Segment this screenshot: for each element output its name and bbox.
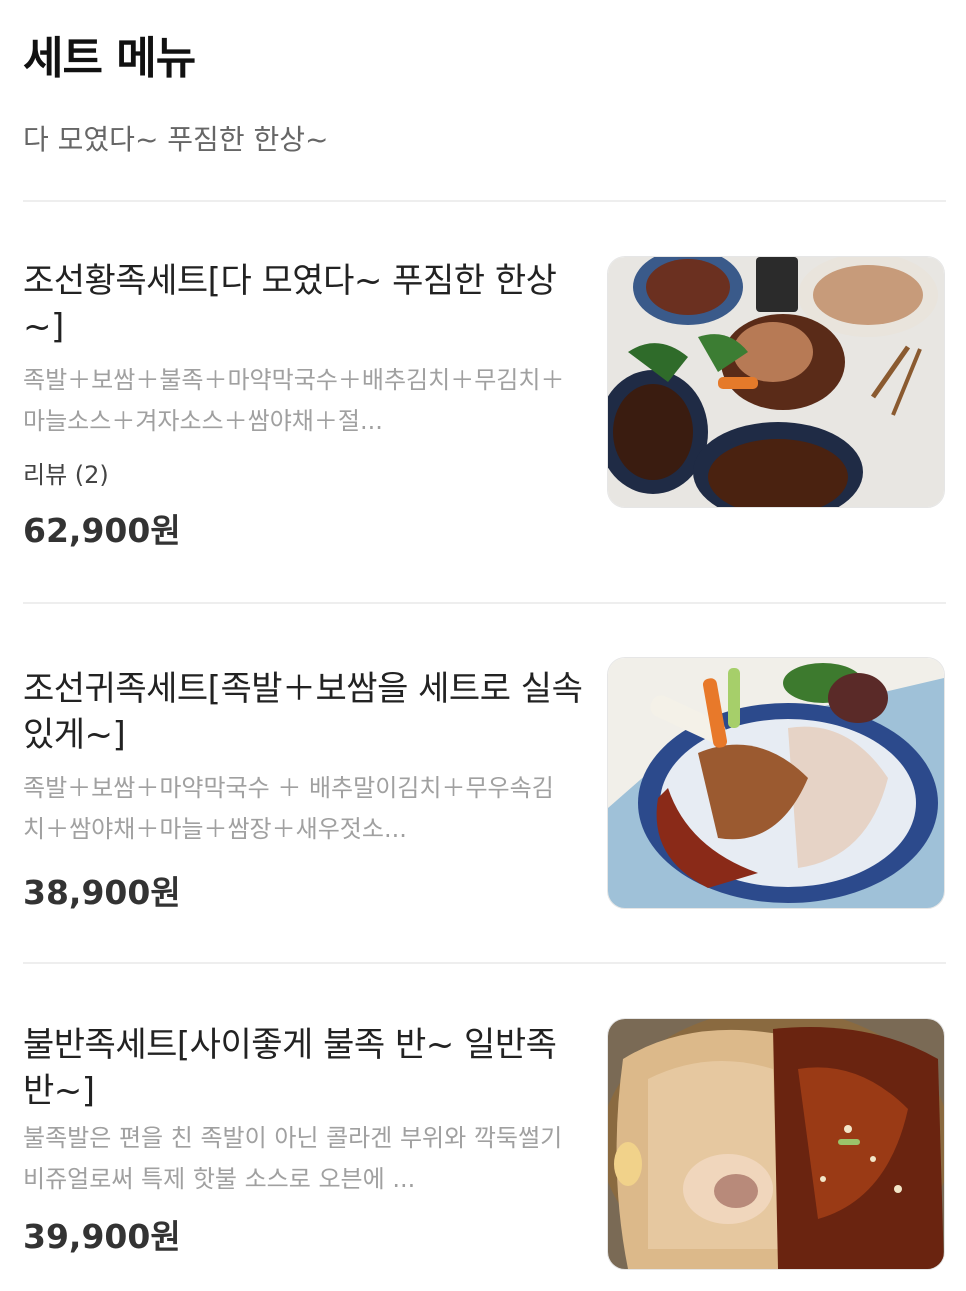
menu-item-description: 불족발은 편을 친 족발이 아닌 콜라겐 부위와 깍둑썰기 비쥬얼로써 특제 핫… bbox=[23, 1124, 563, 1193]
menu-item-name: 불반족세트[사이좋게 불족 반~ 일반족 반~] bbox=[23, 1025, 557, 1111]
menu-item-name: 조선귀족세트[족발＋보쌈을 세트로 실속있게~] bbox=[23, 669, 583, 755]
food-photo-icon bbox=[607, 256, 945, 508]
menu-item-bulbanjok-set[interactable]: 불반족세트[사이좋게 불족 반~ 일반족 반~] 불족발은 편을 친 족발이 아… bbox=[0, 964, 966, 1291]
menu-item-description: 족발＋보쌈＋마약막국수 ＋ 배추말이김치＋무우속김치＋쌈야채＋마늘＋쌈장＋새우젓… bbox=[23, 774, 554, 843]
menu-item-name: 조선황족세트[다 모였다~ 푸짐한 한상~] bbox=[23, 261, 557, 347]
menu-item-joseon-gwijok-set[interactable]: 조선귀족세트[족발＋보쌈을 세트로 실속있게~] 족발＋보쌈＋마약막국수 ＋ 배… bbox=[0, 604, 966, 962]
food-photo-icon bbox=[607, 657, 945, 909]
menu-item-price: 39,900원 bbox=[23, 1217, 181, 1256]
menu-item-joseon-hwangjok-set[interactable]: 조선황족세트[다 모였다~ 푸짐한 한상~] 족발＋보쌈＋불족＋마약막국수＋배추… bbox=[0, 202, 966, 602]
food-photo-icon bbox=[607, 1018, 945, 1270]
section-subtitle: 다 모였다~ 푸짐한 한상~ bbox=[23, 123, 329, 156]
menu-item-description: 족발＋보쌈＋불족＋마약막국수＋배추김치＋무김치＋마늘소스＋겨자소스＋쌈야채＋절.… bbox=[23, 366, 565, 435]
section-title: 세트 메뉴 bbox=[23, 33, 196, 84]
set-menu-page: 세트 메뉴 다 모였다~ 푸짐한 한상~ 조선황족세트[다 모였다~ 푸짐한 한… bbox=[0, 0, 966, 1291]
menu-item-price: 38,900원 bbox=[23, 873, 181, 912]
review-count: 리뷰 (2) bbox=[23, 461, 109, 489]
menu-item-price: 62,900원 bbox=[23, 511, 181, 550]
